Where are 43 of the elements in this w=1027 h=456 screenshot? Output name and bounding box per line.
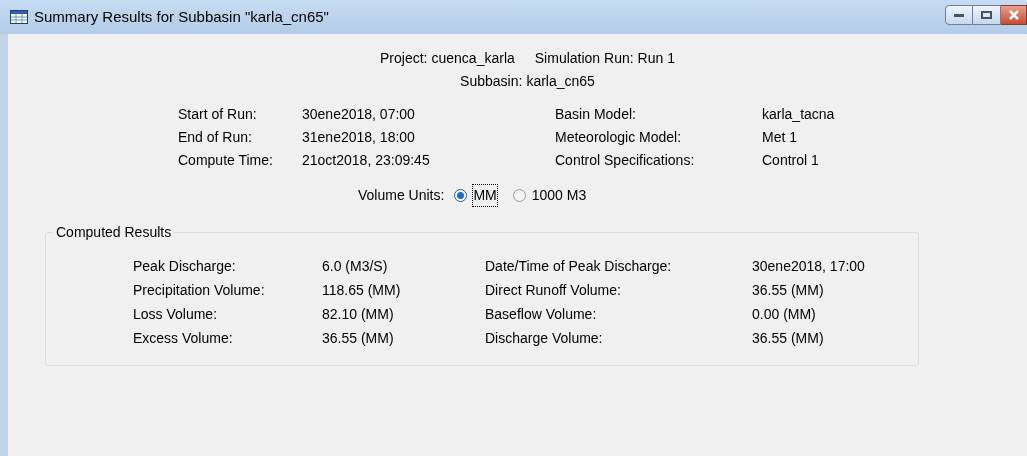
table-icon [10,10,28,24]
field-value: 118.65 (MM) [322,281,402,300]
radio-option[interactable]: MM [454,185,497,206]
field-value: 36.55 (MM) [752,281,825,300]
field-label: Start of Run: [178,105,258,124]
field-value: 0.00 (MM) [752,305,817,324]
field-value: karla_cn65 [526,72,595,91]
field-label: End of Run: [178,128,253,147]
field-value: 30ene2018, 07:00 [302,105,416,124]
window-title: Summary Results for Subbasin "karla_cn65" [34,6,329,27]
minimize-button[interactable] [945,5,973,25]
maximize-button[interactable] [973,5,1001,25]
field-value: 36.55 (MM) [752,329,825,348]
field-label: Discharge Volume: [485,329,604,348]
field-label: Simulation Run: [534,49,634,68]
field-label: Peak Discharge: [133,257,237,276]
field-label: Subbasin: [460,72,523,91]
field-value: Control 1 [762,151,820,170]
field-label: Direct Runoff Volume: [485,281,622,300]
field-label: Baseflow Volume: [485,305,598,324]
field-label: Loss Volume: [133,305,219,324]
close-button[interactable] [1001,5,1027,25]
field-value: karla_tacna [762,105,836,124]
volume-units-label: Volume Units: [358,186,445,205]
field-label: Precipitation Volume: [133,281,266,300]
field-value: 31ene2018, 18:00 [302,128,416,147]
radio-option[interactable]: 1000 M3 [512,185,587,206]
field-label: Compute Time: [178,151,274,170]
field-value: Run 1 [637,49,675,68]
field-label: Basin Model: [555,105,637,124]
field-value: 36.55 (MM) [322,329,395,348]
field-label: Excess Volume: [133,329,234,348]
field-label: Project: [380,49,428,68]
field-value: 6.0 (M3/S) [322,257,389,276]
field-label: Control Specifications: [555,151,696,170]
field-value: 82.10 (MM) [322,305,395,324]
field-value: Met 1 [762,128,798,147]
field-value: 30ene2018, 17:00 [752,257,866,276]
close-icon [1007,10,1020,20]
field-label: Date/Time of Peak Discharge: [485,257,673,276]
field-value: cuenca_karla [431,49,515,68]
field-value: 21oct2018, 23:09:45 [302,151,431,170]
field-label: Meteorologic Model: [555,128,683,147]
